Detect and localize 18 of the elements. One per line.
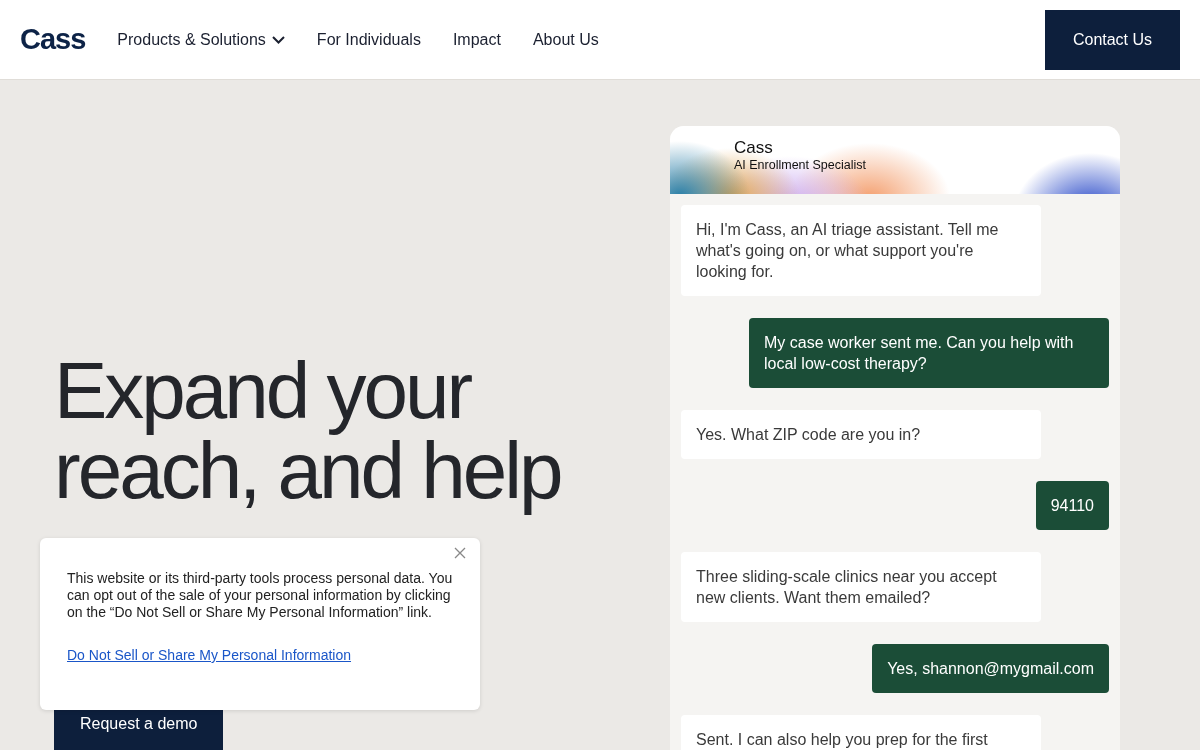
cookie-text: This website or its third-party tools process personal data. You can opt out of the sale of your personal information by clicking on the “Do Not Sell or Share My Personal Information” link. bbox=[67, 570, 453, 621]
assistant-message: Three sliding-scale clinics near you accept new clients. Want them emailed? bbox=[681, 552, 1041, 622]
close-icon[interactable] bbox=[454, 547, 466, 559]
assistant-message: Sent. I can also help you prep for the first bbox=[681, 715, 1041, 750]
contact-button[interactable]: Contact Us bbox=[1045, 9, 1180, 70]
nav-link[interactable]: For Individuals bbox=[316, 30, 421, 49]
nav-link[interactable]: Impact bbox=[452, 30, 501, 49]
assistant-name: Cass bbox=[734, 138, 774, 158]
assistant-role: AI Enrollment Specialist bbox=[734, 158, 867, 172]
assistant-message: Yes. What ZIP code are you in? bbox=[681, 410, 1041, 459]
nav-link[interactable]: About Us bbox=[532, 30, 599, 49]
logo[interactable]: Cass bbox=[20, 23, 86, 56]
user-message: My case worker sent me. Can you help with local low-cost therapy? bbox=[749, 318, 1109, 388]
user-message: Yes, shannon@mygmail.com bbox=[872, 644, 1109, 693]
assistant-message: Hi, I'm Cass, an AI triage assistant. Tell me what's going on, or what support you're looking for. bbox=[681, 205, 1041, 296]
opt-out-link[interactable]: Do Not Sell or Share My Personal Information bbox=[67, 647, 351, 663]
user-message: 94110 bbox=[1035, 481, 1109, 530]
nav-link[interactable]: Products & Solutions bbox=[117, 30, 285, 49]
